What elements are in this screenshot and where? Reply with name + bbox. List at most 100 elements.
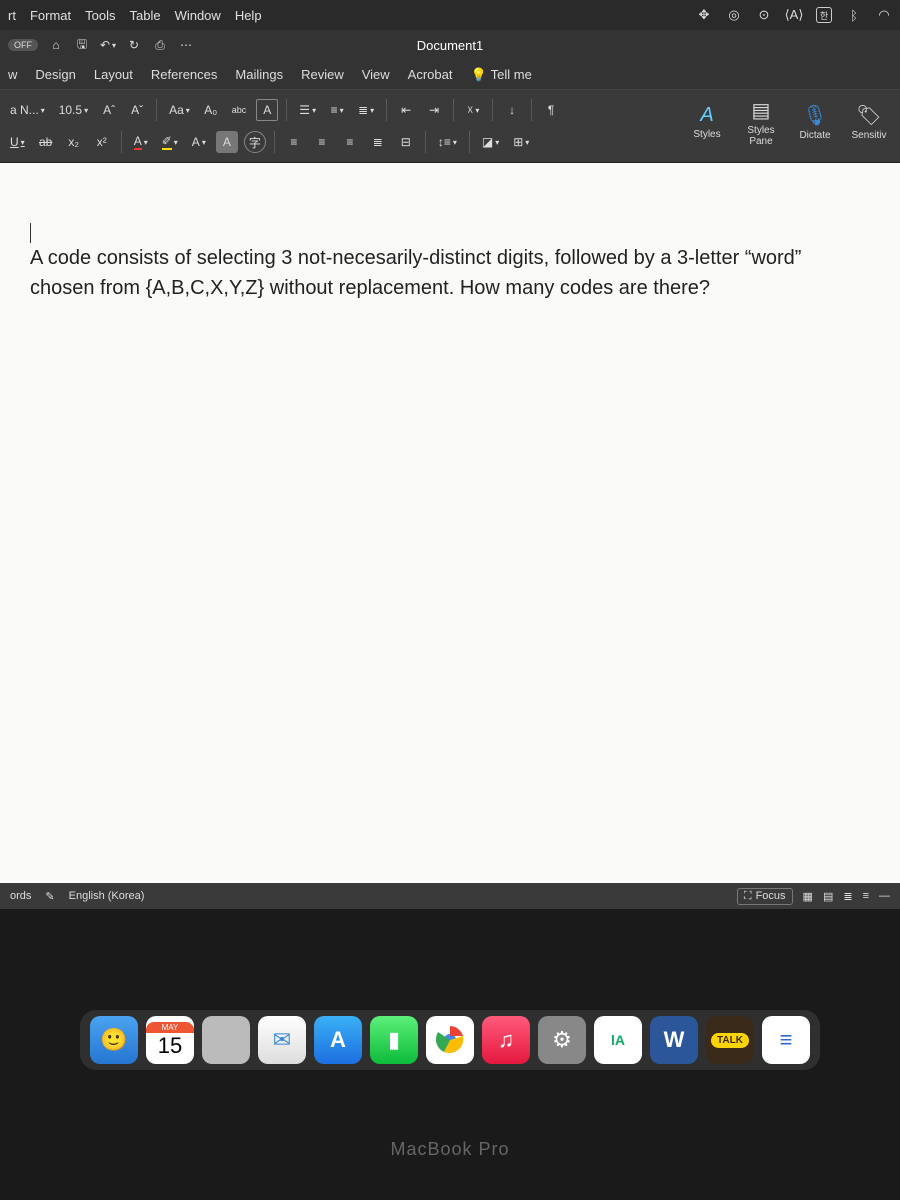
dock-word[interactable]: W xyxy=(650,1016,698,1064)
print-icon[interactable]: ⎙ xyxy=(152,37,168,53)
status-bar: ords ✎ English (Korea) ⛶ Focus ▦ ▤ ≣ ≡ ― xyxy=(0,883,900,909)
appstore-icon: A xyxy=(330,1027,346,1053)
titlebar: OFF ⌂ 🖫 ↶▾ ↻ ⎙ ⋯ Document1 xyxy=(0,30,900,60)
dock-input-app[interactable]: lA xyxy=(594,1016,642,1064)
asian-layout-button[interactable]: ☓▾ xyxy=(462,99,484,121)
sensitivity-icon: 🏷 xyxy=(856,103,881,128)
print-layout-view-icon[interactable]: ▦ xyxy=(803,890,813,903)
dock-music[interactable]: ♫ xyxy=(482,1016,530,1064)
outline-view-icon[interactable]: ≣ xyxy=(843,890,852,903)
dock-kakaotalk[interactable]: TALK xyxy=(706,1016,754,1064)
tab-mailings[interactable]: Mailings xyxy=(235,67,283,82)
menu-tools[interactable]: Tools xyxy=(85,8,115,23)
dock-facetime[interactable]: ▮ xyxy=(370,1016,418,1064)
korean-input-icon[interactable]: 한 xyxy=(816,7,832,23)
styles-pane-button[interactable]: ▤ Styles Pane xyxy=(736,94,786,150)
music-icon: ♫ xyxy=(498,1027,515,1053)
draft-view-icon[interactable]: ≡ xyxy=(863,890,869,902)
document-body-text[interactable]: A code consists of selecting 3 not-neces… xyxy=(30,243,870,303)
gear-icon: ⚙ xyxy=(552,1027,572,1053)
grow-font-button[interactable]: Aˆ xyxy=(98,99,120,121)
save-icon[interactable]: 🖫 xyxy=(74,37,90,53)
menu-help[interactable]: Help xyxy=(235,8,262,23)
distributed-button[interactable]: ⊟ xyxy=(395,131,417,153)
sort-button[interactable]: ↓ xyxy=(501,99,523,121)
justify-button[interactable]: ≣ xyxy=(367,131,389,153)
character-shading-button[interactable]: A xyxy=(216,131,238,153)
wifi-icon[interactable]: ◠ xyxy=(876,7,892,23)
line-spacing-button[interactable]: ↕≡▾ xyxy=(434,131,461,153)
styles-pane-label: Styles Pane xyxy=(747,125,774,147)
underline-button[interactable]: U▾ xyxy=(6,131,29,153)
dropbox-icon[interactable]: ✥ xyxy=(696,7,712,23)
tell-me-search[interactable]: 💡 Tell me xyxy=(470,67,531,83)
language-status[interactable]: English (Korea) xyxy=(69,890,145,902)
separator xyxy=(156,99,157,121)
input-source-icon[interactable]: ⟨A⟩ xyxy=(786,7,802,23)
menu-window[interactable]: Window xyxy=(175,8,221,23)
more-icon[interactable]: ⋯ xyxy=(178,37,194,53)
dock-chrome[interactable] xyxy=(426,1016,474,1064)
align-center-button[interactable]: ≡ xyxy=(311,131,333,153)
menu-table[interactable]: Table xyxy=(129,8,160,23)
tab-references[interactable]: References xyxy=(151,67,217,82)
web-layout-view-icon[interactable]: ▤ xyxy=(823,890,833,903)
tab-design[interactable]: Design xyxy=(35,67,75,82)
phonetic-guide-button[interactable]: abc xyxy=(228,99,251,121)
bullets-button[interactable]: ☰▾ xyxy=(295,99,320,121)
font-size-dropdown[interactable]: 10.5▾ xyxy=(55,99,92,121)
dock-finder[interactable]: 🙂 xyxy=(90,1016,138,1064)
redo-icon[interactable]: ↻ xyxy=(126,37,142,53)
dictate-button[interactable]: 🎙 Dictate xyxy=(790,94,840,150)
spellcheck-icon[interactable]: ✎ xyxy=(45,890,54,903)
highlight-button[interactable]: ✐▾ xyxy=(158,131,182,153)
undo-icon[interactable]: ↶▾ xyxy=(100,37,116,53)
record-icon[interactable]: ⊙ xyxy=(756,7,772,23)
menu-format[interactable]: Format xyxy=(30,8,71,23)
ribbon-home: a N...▾ 10.5▾ Aˆ Aˇ Aa▾ A₀ abc A ☰▾ ≡▾ ≣… xyxy=(0,90,900,163)
tab-acrobat[interactable]: Acrobat xyxy=(408,67,453,82)
show-paragraph-marks-button[interactable]: ¶ xyxy=(540,99,562,121)
document-canvas[interactable]: A code consists of selecting 3 not-neces… xyxy=(0,163,900,883)
enclose-characters-button[interactable]: 字 xyxy=(244,131,266,153)
dock-mail[interactable]: ✉ xyxy=(258,1016,306,1064)
dock-appstore[interactable]: A xyxy=(314,1016,362,1064)
tab-review[interactable]: Review xyxy=(301,67,344,82)
dock-settings[interactable]: ⚙ xyxy=(538,1016,586,1064)
tab-layout[interactable]: Layout xyxy=(94,67,133,82)
subscript-button[interactable]: x₂ xyxy=(63,131,85,153)
zoom-slider[interactable]: ― xyxy=(879,890,890,902)
dock-app-generic[interactable] xyxy=(202,1016,250,1064)
dock-calendar[interactable]: MAY 15 xyxy=(146,1016,194,1064)
change-case-button[interactable]: Aa▾ xyxy=(165,99,194,121)
tab-w[interactable]: w xyxy=(8,67,17,82)
word-count[interactable]: ords xyxy=(10,890,31,902)
decrease-indent-button[interactable]: ⇤ xyxy=(395,99,417,121)
increase-indent-button[interactable]: ⇥ xyxy=(423,99,445,121)
font-name-dropdown[interactable]: a N...▾ xyxy=(6,99,49,121)
clear-formatting-button[interactable]: A₀ xyxy=(200,99,222,121)
text-effects-button[interactable]: A▾ xyxy=(188,131,210,153)
separator xyxy=(121,131,122,153)
sensitivity-button[interactable]: 🏷 Sensitiv xyxy=(844,94,894,150)
spiral-icon[interactable]: ◎ xyxy=(726,7,742,23)
home-icon[interactable]: ⌂ xyxy=(48,37,64,53)
styles-gallery-button[interactable]: A Styles xyxy=(682,94,732,150)
align-right-button[interactable]: ≡ xyxy=(339,131,361,153)
shrink-font-button[interactable]: Aˇ xyxy=(126,99,148,121)
superscript-button[interactable]: x² xyxy=(91,131,113,153)
numbering-button[interactable]: ≡▾ xyxy=(326,99,348,121)
dock-notes[interactable]: ≡ xyxy=(762,1016,810,1064)
borders-button[interactable]: ⊞▾ xyxy=(509,131,533,153)
bluetooth-icon[interactable]: ᛒ xyxy=(846,7,862,23)
autosave-toggle[interactable]: OFF xyxy=(8,39,38,51)
character-border-button[interactable]: A xyxy=(256,99,278,121)
tab-view[interactable]: View xyxy=(362,67,390,82)
shading-button[interactable]: ◪▾ xyxy=(478,131,503,153)
menu-rt[interactable]: rt xyxy=(8,8,16,23)
strikethrough-button[interactable]: ab xyxy=(35,131,57,153)
font-color-button[interactable]: A▾ xyxy=(130,131,152,153)
multilevel-list-button[interactable]: ≣▾ xyxy=(354,99,378,121)
focus-mode-button[interactable]: ⛶ Focus xyxy=(737,888,793,905)
align-left-button[interactable]: ≡ xyxy=(283,131,305,153)
